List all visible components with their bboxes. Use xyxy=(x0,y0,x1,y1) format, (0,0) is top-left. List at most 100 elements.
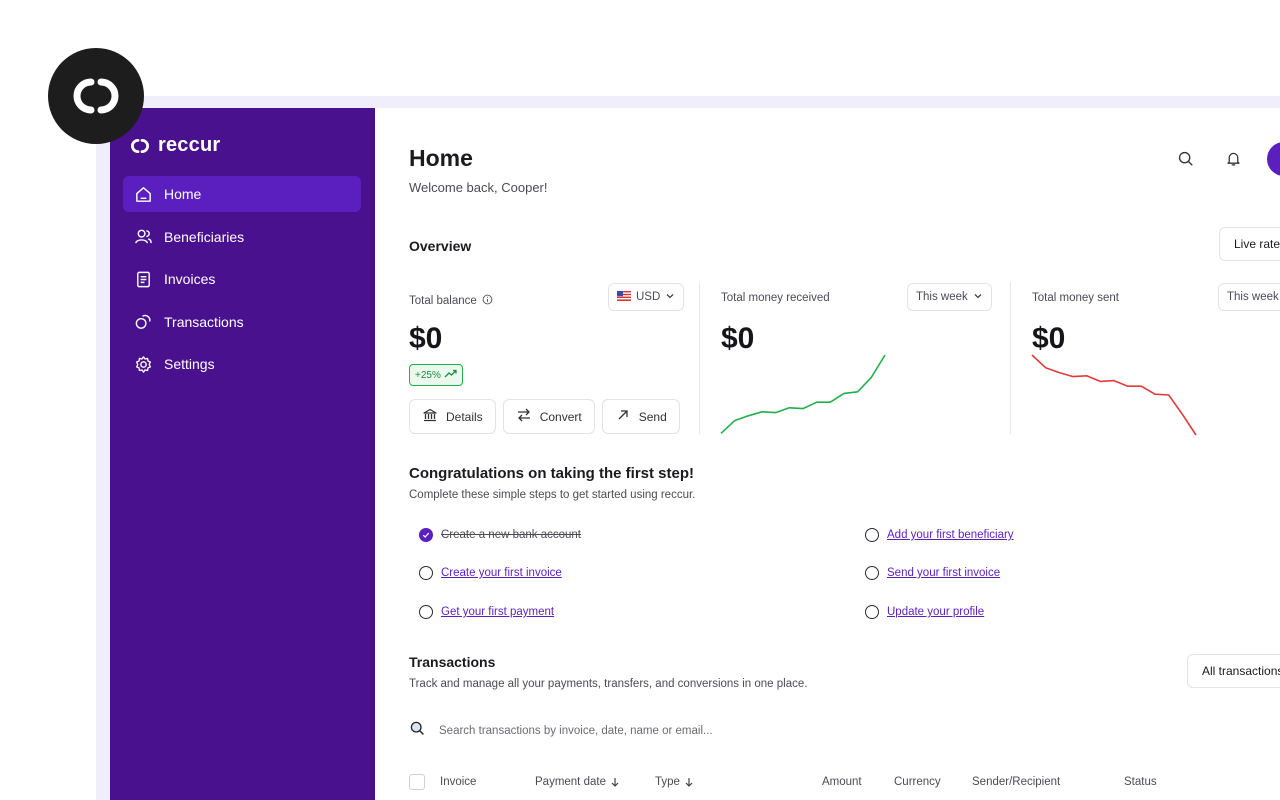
column-label: Invoice xyxy=(440,776,477,788)
convert-button[interactable]: Convert xyxy=(502,399,595,434)
column-label: Sender/Recipient xyxy=(972,776,1061,788)
column-payment-date[interactable]: Payment date xyxy=(535,776,620,788)
users-icon xyxy=(133,227,153,247)
select-all-checkbox[interactable] xyxy=(409,774,425,790)
empty-circle-icon xyxy=(865,605,879,619)
check-circle-icon xyxy=(419,528,433,542)
avatar[interactable] xyxy=(1267,142,1280,176)
brand-name: reccur xyxy=(158,134,221,156)
money-sent-card: Total money sent This week $0 xyxy=(1010,282,1280,436)
step-link[interactable]: Get your first payment xyxy=(441,606,554,618)
column-status[interactable]: Status xyxy=(1124,776,1157,788)
currency-select[interactable]: USD xyxy=(608,283,685,311)
sidebar-nav: Home Beneficiaries Invoices Transactions xyxy=(123,176,361,389)
balance-label-row: Total balance xyxy=(409,292,493,310)
column-label: Status xyxy=(1124,776,1157,788)
step-link[interactable]: Add your first beneficiary xyxy=(887,529,1014,541)
step-item[interactable]: Send your first invoice xyxy=(865,566,1000,580)
sidebar-item-label: Settings xyxy=(164,356,215,372)
reccur-logo-icon xyxy=(131,138,149,153)
balance-amount: $0 xyxy=(409,322,443,355)
search-icon[interactable] xyxy=(1175,148,1195,168)
sidebar-item-settings[interactable]: Settings xyxy=(123,346,361,382)
details-label: Details xyxy=(446,409,483,424)
column-currency[interactable]: Currency xyxy=(894,776,941,788)
empty-circle-icon xyxy=(419,566,433,580)
received-amount: $0 xyxy=(721,322,755,355)
balance-actions: Details Convert Send xyxy=(409,399,680,434)
send-button[interactable]: Send xyxy=(601,399,680,434)
column-amount[interactable]: Amount xyxy=(822,776,862,788)
arrow-up-right-icon xyxy=(615,407,631,426)
sidebar-item-beneficiaries[interactable]: Beneficiaries xyxy=(123,219,361,255)
reccur-logo-icon xyxy=(73,78,119,114)
welcome-message: Welcome back, Cooper! xyxy=(409,180,548,195)
details-button[interactable]: Details xyxy=(409,399,496,434)
money-received-card: Total money received This week $0 xyxy=(699,282,992,434)
growth-value: +25% xyxy=(415,369,441,381)
column-label: Payment date xyxy=(535,776,606,788)
received-period-select[interactable]: This week xyxy=(907,283,992,311)
sent-period-select[interactable]: This week xyxy=(1218,283,1280,311)
sidebar-item-invoices[interactable]: Invoices xyxy=(123,261,361,297)
bank-icon xyxy=(422,407,438,426)
column-label: Type xyxy=(655,776,680,788)
sent-trend-line xyxy=(1031,354,1197,436)
sent-sparkline xyxy=(1031,354,1197,436)
received-label: Total money received xyxy=(721,292,830,304)
empty-circle-icon xyxy=(865,528,879,542)
transactions-filter-select[interactable]: All transactions xyxy=(1187,654,1280,688)
top-actions xyxy=(1175,148,1243,168)
sort-down-icon xyxy=(611,778,619,787)
step-link[interactable]: Create your first invoice xyxy=(441,567,562,579)
main-content: Home Welcome back, Cooper! Overview Live… xyxy=(375,108,1280,800)
sidebar-item-label: Home xyxy=(164,186,202,202)
app-window: reccur Home Beneficiaries Invoices Trans… xyxy=(110,108,1280,800)
sent-period-value: This week xyxy=(1227,291,1279,303)
sidebar: reccur Home Beneficiaries Invoices Trans… xyxy=(110,108,375,800)
bell-icon[interactable] xyxy=(1223,148,1243,168)
step-link[interactable]: Send your first invoice xyxy=(887,567,1000,579)
column-invoice[interactable]: Invoice xyxy=(440,776,476,788)
step-item[interactable]: Add your first beneficiary xyxy=(865,528,1014,542)
overview-title: Overview xyxy=(409,238,472,254)
empty-circle-icon xyxy=(419,605,433,619)
sent-amount: $0 xyxy=(1032,322,1066,355)
sort-down-icon xyxy=(685,778,693,787)
sidebar-item-label: Beneficiaries xyxy=(164,228,245,245)
brand[interactable]: reccur xyxy=(130,134,220,157)
step-item[interactable]: Get your first payment xyxy=(419,605,554,619)
send-label: Send xyxy=(638,409,667,424)
page-title: Home xyxy=(409,145,473,171)
column-sender-recipient[interactable]: Sender/Recipient xyxy=(972,776,1060,788)
empty-circle-icon xyxy=(865,566,879,580)
transactions-table-header: Invoice Payment date Type Amount Currenc… xyxy=(409,772,1280,794)
live-rates-button[interactable]: Live rates xyxy=(1219,227,1280,261)
steps-title: Congratulations on taking the first step… xyxy=(409,465,695,482)
received-period-value: This week xyxy=(916,291,968,303)
transactions-subtitle: Track and manage all your payments, tran… xyxy=(409,678,808,690)
sidebar-item-label: Transactions xyxy=(164,313,244,330)
us-flag-icon xyxy=(617,290,631,304)
search-input[interactable] xyxy=(439,724,1039,737)
step-item[interactable]: Create a new bank account xyxy=(419,528,581,542)
column-label: Currency xyxy=(894,776,941,788)
sent-label: Total money sent xyxy=(1032,292,1119,304)
steps-subtitle: Complete these simple steps to get start… xyxy=(409,489,696,501)
gear-icon xyxy=(133,354,153,374)
sidebar-item-transactions[interactable]: Transactions xyxy=(123,304,361,340)
sidebar-item-home[interactable]: Home xyxy=(123,176,361,212)
transactions-icon xyxy=(133,312,153,332)
chevron-down-icon xyxy=(665,291,675,304)
step-link[interactable]: Update your profile xyxy=(887,606,984,618)
transactions-title: Transactions xyxy=(409,654,496,670)
balance-label: Total balance xyxy=(409,295,477,307)
sidebar-item-label: Invoices xyxy=(164,271,216,287)
transactions-search xyxy=(409,720,1209,741)
chevron-down-icon xyxy=(973,291,983,304)
step-item[interactable]: Update your profile xyxy=(865,605,984,619)
home-icon xyxy=(133,184,153,204)
column-type[interactable]: Type xyxy=(655,776,694,788)
step-item[interactable]: Create your first invoice xyxy=(419,566,562,580)
info-icon[interactable] xyxy=(482,292,493,310)
